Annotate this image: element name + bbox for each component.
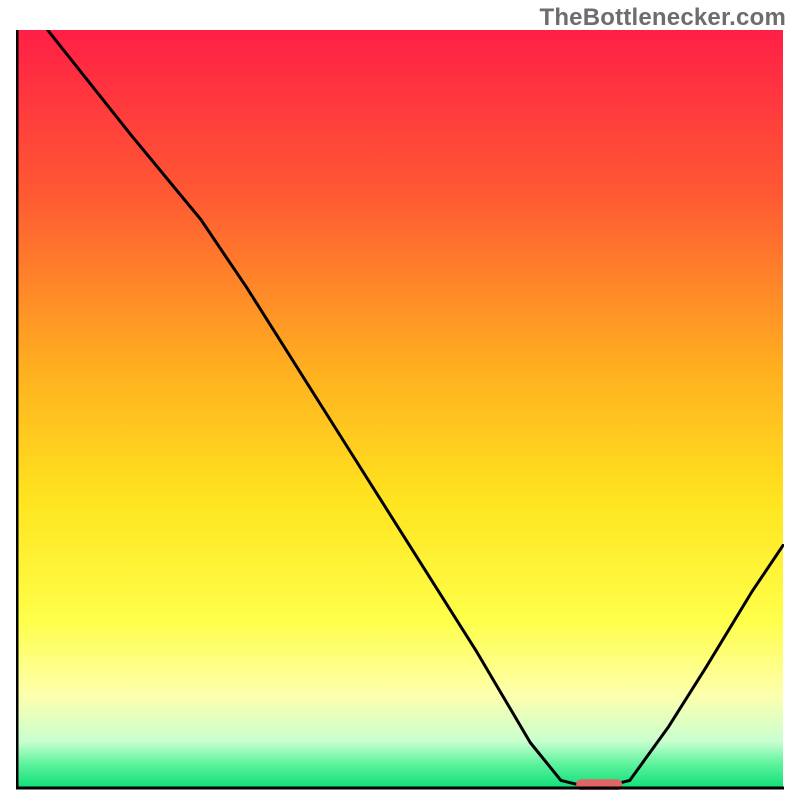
chart-frame: TheBottlenecker.com (0, 0, 800, 800)
watermark-text: TheBottlenecker.com (539, 4, 786, 32)
chart-svg (16, 30, 784, 790)
bottleneck-chart (16, 30, 784, 790)
gradient-background (17, 30, 783, 787)
